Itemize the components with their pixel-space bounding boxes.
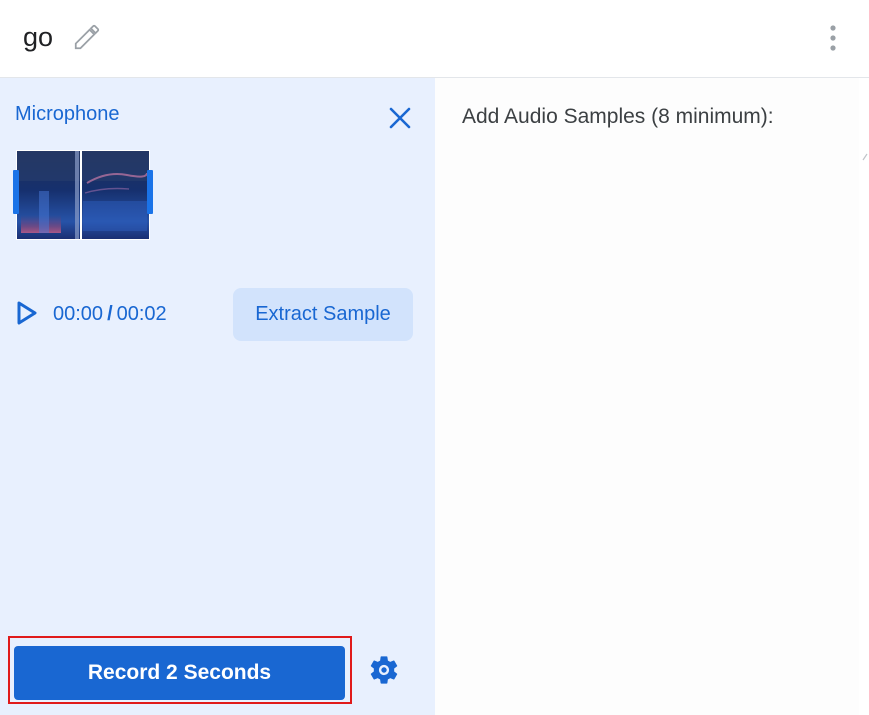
- spectrogram-image: [17, 151, 149, 239]
- class-name-label[interactable]: go: [23, 20, 53, 54]
- trim-handle-start[interactable]: [13, 170, 19, 214]
- panel-title: Microphone: [15, 103, 120, 125]
- pencil-icon[interactable]: [72, 22, 102, 52]
- samples-panel-title: Add Audio Samples (8 minimum):: [462, 105, 774, 128]
- scrollbar-arrow-icon[interactable]: [861, 150, 869, 164]
- class-header: go: [0, 0, 869, 78]
- total-time: 00:02: [116, 303, 167, 325]
- gear-icon[interactable]: [367, 653, 401, 687]
- playback-time: 00:00/00:02: [53, 300, 167, 328]
- recording-spectrogram[interactable]: [13, 148, 155, 242]
- current-time: 00:00: [53, 303, 104, 325]
- more-vert-icon[interactable]: [819, 22, 847, 54]
- play-icon[interactable]: [13, 298, 41, 328]
- trim-handle-end[interactable]: [147, 170, 153, 214]
- time-separator: /: [107, 303, 113, 325]
- record-button[interactable]: Record 2 Seconds: [14, 646, 345, 700]
- close-icon[interactable]: [384, 102, 416, 134]
- spectrogram-frame: [16, 150, 150, 240]
- samples-panel: [435, 78, 859, 715]
- extract-sample-button[interactable]: Extract Sample: [233, 288, 413, 341]
